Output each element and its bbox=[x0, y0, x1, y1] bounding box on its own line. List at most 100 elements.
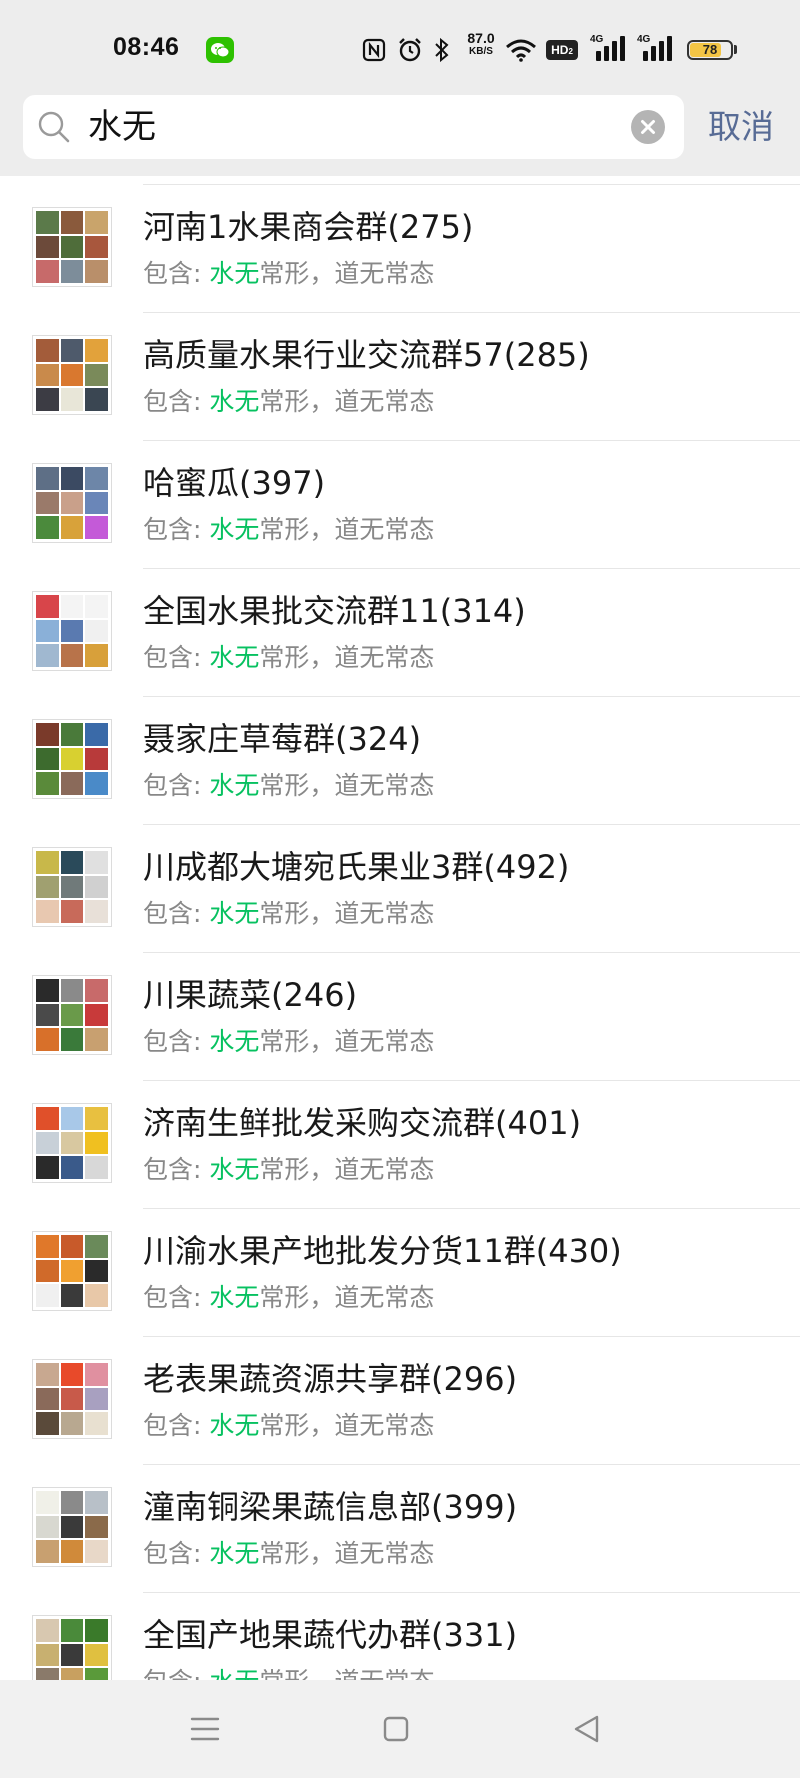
avatar-tile bbox=[60, 1387, 84, 1411]
match-highlight: 水无 bbox=[209, 1667, 259, 1680]
avatar-tile bbox=[60, 851, 84, 874]
avatar-tile bbox=[85, 1235, 108, 1258]
group-result-item[interactable]: 济南生鲜批发采购交流群(401) 包含: 水无常形，道无常态 bbox=[0, 1081, 800, 1209]
group-result-item[interactable]: 聂家庄草莓群(324) 包含: 水无常形，道无常态 bbox=[0, 697, 800, 825]
match-rest: 常形，道无常态 bbox=[259, 771, 435, 800]
group-result-item[interactable]: 高质量水果行业交流群57(285) 包含: 水无常形，道无常态 bbox=[0, 313, 800, 441]
cancel-button[interactable]: 取消 bbox=[708, 95, 774, 159]
group-avatar bbox=[32, 1615, 112, 1680]
group-avatar bbox=[32, 975, 112, 1055]
avatar-tile bbox=[60, 1259, 84, 1283]
avatar-tile bbox=[60, 363, 84, 387]
hd-voice-badge: HD2 bbox=[546, 40, 578, 60]
group-avatar bbox=[32, 1359, 112, 1439]
group-avatar bbox=[32, 1487, 112, 1567]
avatar-tile bbox=[36, 388, 59, 411]
avatar-tile bbox=[60, 1363, 84, 1386]
match-prefix: 包含: bbox=[143, 1027, 210, 1056]
match-description: 包含: 水无常形，道无常态 bbox=[143, 256, 434, 292]
group-result-item[interactable]: 哈蜜瓜(397) 包含: 水无常形，道无常态 bbox=[0, 441, 800, 569]
avatar-tile bbox=[85, 467, 108, 490]
group-result-item[interactable]: 全国水果批交流群11(314) 包含: 水无常形，道无常态 bbox=[0, 569, 800, 697]
home-square-icon[interactable] bbox=[376, 1709, 416, 1749]
nfc-icon bbox=[362, 38, 386, 62]
avatar-tile bbox=[36, 619, 59, 643]
signal-bar bbox=[667, 36, 672, 61]
avatar-tile bbox=[85, 747, 108, 771]
avatar-tile bbox=[36, 851, 59, 874]
match-description: 包含: 水无常形，道无常态 bbox=[143, 640, 434, 676]
avatar-tile bbox=[36, 467, 59, 490]
avatar-tile bbox=[60, 1107, 84, 1130]
group-result-item[interactable]: 老表果蔬资源共享群(296) 包含: 水无常形，道无常态 bbox=[0, 1337, 800, 1465]
match-highlight: 水无 bbox=[209, 387, 260, 416]
avatar-tile bbox=[36, 1387, 59, 1411]
search-box[interactable]: 水无 bbox=[23, 95, 684, 159]
avatar-tile bbox=[36, 339, 59, 362]
match-rest: 常形，道无常态 bbox=[259, 1411, 435, 1440]
group-result-item[interactable]: 川果蔬菜(246) 包含: 水无常形，道无常态 bbox=[0, 953, 800, 1081]
avatar-tile bbox=[85, 339, 108, 362]
network-speed: 87.0 KB/S bbox=[461, 30, 501, 58]
group-name: 潼南铜梁果蔬信息部(399) bbox=[143, 1488, 518, 1526]
avatar-tile bbox=[60, 1643, 84, 1667]
match-highlight: 水无 bbox=[209, 1027, 260, 1056]
group-name: 河南1水果商会群(275) bbox=[143, 208, 474, 246]
match-description: 包含: 水无常形，道无常态 bbox=[143, 1408, 434, 1444]
group-result-item[interactable]: 川渝水果产地批发分货11群(430) 包含: 水无常形，道无常态 bbox=[0, 1209, 800, 1337]
group-name: 全国产地果蔬代办群(331) bbox=[143, 1616, 518, 1654]
group-avatar bbox=[32, 463, 112, 543]
match-rest: 常形，道无常态 bbox=[259, 1027, 435, 1056]
avatar-tile bbox=[85, 772, 108, 795]
avatar-tile bbox=[85, 1515, 108, 1539]
avatar-tile bbox=[60, 644, 84, 667]
avatar-tile bbox=[36, 211, 59, 234]
match-highlight: 水无 bbox=[209, 899, 260, 928]
group-name: 聂家庄草莓群(324) bbox=[143, 720, 422, 758]
signal-bar bbox=[596, 51, 601, 61]
match-rest: 常形，道无常态 bbox=[259, 643, 435, 672]
avatar-tile bbox=[85, 1643, 108, 1667]
group-avatar bbox=[32, 719, 112, 799]
clear-search-icon[interactable] bbox=[631, 110, 665, 144]
avatar-tile bbox=[36, 363, 59, 387]
avatar-tile bbox=[36, 1131, 59, 1155]
search-input[interactable]: 水无 bbox=[88, 95, 156, 159]
group-result-item[interactable]: 川成都大塘宛氏果业3群(492) 包含: 水无常形，道无常态 bbox=[0, 825, 800, 953]
avatar-tile bbox=[36, 1619, 59, 1642]
avatar-tile bbox=[36, 491, 59, 515]
back-triangle-icon[interactable] bbox=[567, 1709, 607, 1749]
avatar-tile bbox=[85, 1003, 108, 1027]
avatar-tile bbox=[60, 1156, 84, 1179]
avatar-tile bbox=[60, 1284, 84, 1307]
avatar-tile bbox=[60, 491, 84, 515]
avatar-tile bbox=[60, 1235, 84, 1258]
match-description: 包含: 水无常形，道无常态 bbox=[143, 384, 434, 420]
avatar-tile bbox=[85, 1107, 108, 1130]
network-speed-value: 87.0 bbox=[467, 30, 495, 46]
signal-bar bbox=[643, 51, 648, 61]
avatar-tile bbox=[60, 1491, 84, 1514]
group-avatar bbox=[32, 1231, 112, 1311]
match-description: 包含: 水无常形，道无常态 bbox=[143, 896, 434, 932]
group-result-item[interactable]: 河南1水果商会群(275) 包含: 水无常形，道无常态 bbox=[0, 185, 800, 313]
match-description: 包含: 水无常形，道无常态 bbox=[143, 1280, 434, 1316]
match-rest: 常形，道无常态 bbox=[259, 1667, 434, 1680]
match-highlight: 水无 bbox=[209, 1283, 260, 1312]
avatar-tile bbox=[85, 851, 108, 874]
group-result-item[interactable]: 全国产地果蔬代办群(331) 包含: 水无常形，道无常态 bbox=[0, 1593, 800, 1680]
avatar-tile bbox=[36, 1107, 59, 1130]
avatar-tile bbox=[85, 619, 108, 643]
group-result-item[interactable]: 潼南铜梁果蔬信息部(399) 包含: 水无常形，道无常态 bbox=[0, 1465, 800, 1593]
match-highlight: 水无 bbox=[209, 1155, 260, 1184]
avatar-tile bbox=[85, 1284, 108, 1307]
menu-icon[interactable] bbox=[185, 1709, 225, 1749]
battery-level: 78 bbox=[702, 42, 718, 57]
avatar-tile bbox=[36, 1643, 59, 1667]
avatar-tile bbox=[60, 900, 84, 923]
avatar-tile bbox=[36, 260, 59, 283]
avatar-tile bbox=[60, 1131, 84, 1155]
alarm-icon bbox=[397, 37, 423, 63]
group-name: 哈蜜瓜(397) bbox=[143, 464, 326, 502]
avatar-tile bbox=[60, 723, 84, 746]
